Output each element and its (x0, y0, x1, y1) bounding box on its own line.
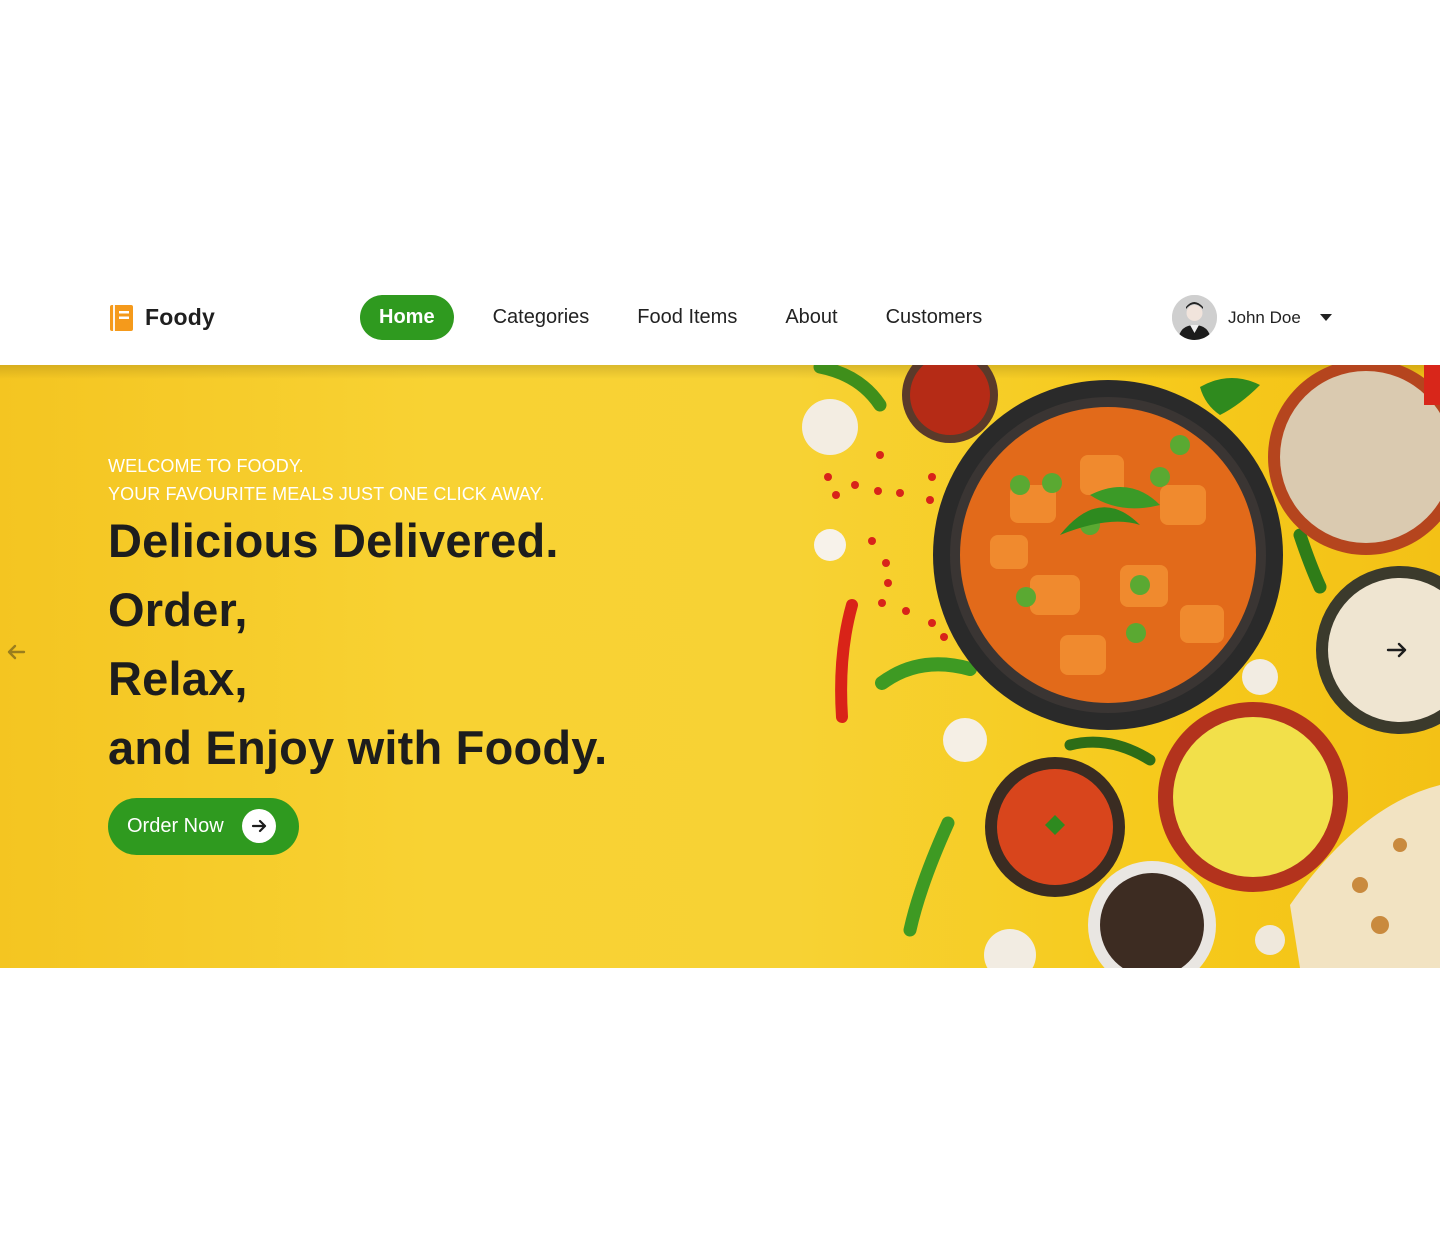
hero-headline: Delicious Delivered. Order, Relax, and E… (108, 506, 607, 782)
welcome-text: WELCOME TO FOODY. YOUR FAVOURITE MEALS J… (108, 452, 545, 508)
hero-banner: WELCOME TO FOODY. YOUR FAVOURITE MEALS J… (0, 365, 1440, 968)
arrow-left-icon[interactable] (4, 640, 28, 664)
navbar: Foody Home Categories Food Items About C… (0, 270, 1440, 365)
avatar[interactable] (1172, 295, 1217, 340)
brand-logo[interactable]: Foody (110, 304, 215, 331)
headline-line-3: Relax, (108, 652, 248, 705)
chevron-down-icon[interactable] (1319, 314, 1332, 321)
hero-food-image (760, 365, 1440, 968)
nav-categories[interactable]: Categories (474, 295, 609, 340)
user-name: John Doe (1228, 307, 1301, 327)
nav-about[interactable]: About (766, 295, 856, 340)
user-menu[interactable]: John Doe (1172, 295, 1332, 340)
arrow-right-icon[interactable] (1384, 637, 1410, 663)
notebook-icon (110, 304, 133, 331)
order-now-label: Order Now (127, 815, 224, 837)
headline-line-4: and Enjoy with Foody. (108, 721, 608, 774)
page: Foody Home Categories Food Items About C… (0, 0, 1440, 1252)
brand-name: Foody (145, 304, 215, 330)
arrow-right-icon (242, 809, 276, 843)
nav-food-items[interactable]: Food Items (618, 295, 756, 340)
nav-home[interactable]: Home (360, 295, 454, 340)
welcome-line-2: YOUR FAVOURITE MEALS JUST ONE CLICK AWAY… (108, 484, 545, 504)
headline-line-1: Delicious Delivered. (108, 514, 559, 567)
main-nav: Home Categories Food Items About Custome… (360, 295, 1011, 340)
order-now-button[interactable]: Order Now (108, 798, 299, 855)
headline-line-2: Order, (108, 583, 248, 636)
welcome-line-1: WELCOME TO FOODY. (108, 456, 304, 476)
nav-customers[interactable]: Customers (867, 295, 1002, 340)
